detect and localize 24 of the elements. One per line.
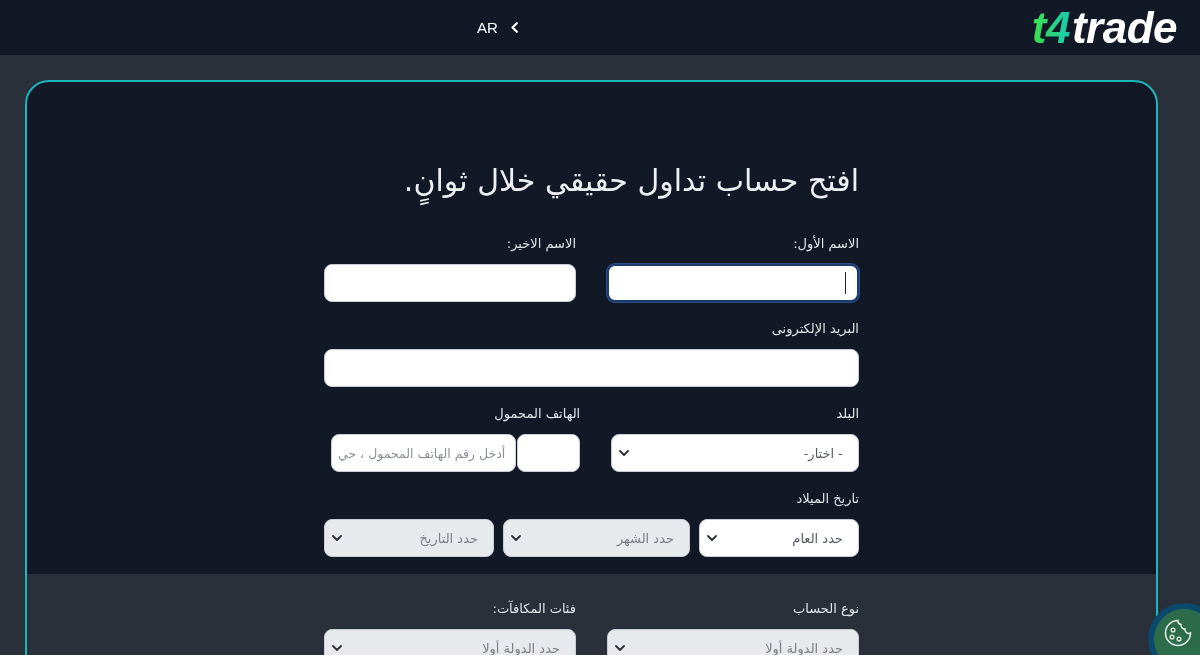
field-label: فئات المكافآت: [491, 599, 576, 618]
chevron-down-icon [619, 450, 630, 456]
field-label: الاسم الاخير: [505, 235, 576, 254]
dropdown[interactable]: - اختار- [611, 434, 859, 472]
field-label: البريد الإلكترونى [770, 320, 859, 339]
chevron-down-icon [511, 535, 521, 541]
cookie-icon [1164, 619, 1192, 647]
chevron-down-icon [707, 535, 717, 541]
field-label: الهاتف المحمول [493, 405, 581, 424]
language-switcher[interactable]: AR [476, 17, 518, 38]
brand-logo[interactable]: t4trade [1031, 4, 1180, 51]
chevron-left-icon [510, 22, 518, 33]
text-cursor-icon [845, 272, 846, 294]
chevron-down-icon [332, 645, 342, 651]
field-label: نوع الحساب [792, 600, 859, 619]
text-field[interactable]: أدخل رقم الهاتف المحمول ، حي [331, 434, 517, 472]
chevron-down-icon [332, 535, 342, 541]
field-label: البلد [835, 405, 859, 423]
field-label: الاسم الأول: [792, 234, 859, 254]
chevron-down-icon [615, 645, 625, 651]
dropdown[interactable]: حدد العام [699, 519, 859, 557]
field-label: تاريخ الميلاد [795, 490, 859, 508]
form-title: افتح حساب تداول حقيقي خلال ثوانٍ. [324, 154, 859, 208]
text-field[interactable] [607, 264, 859, 302]
